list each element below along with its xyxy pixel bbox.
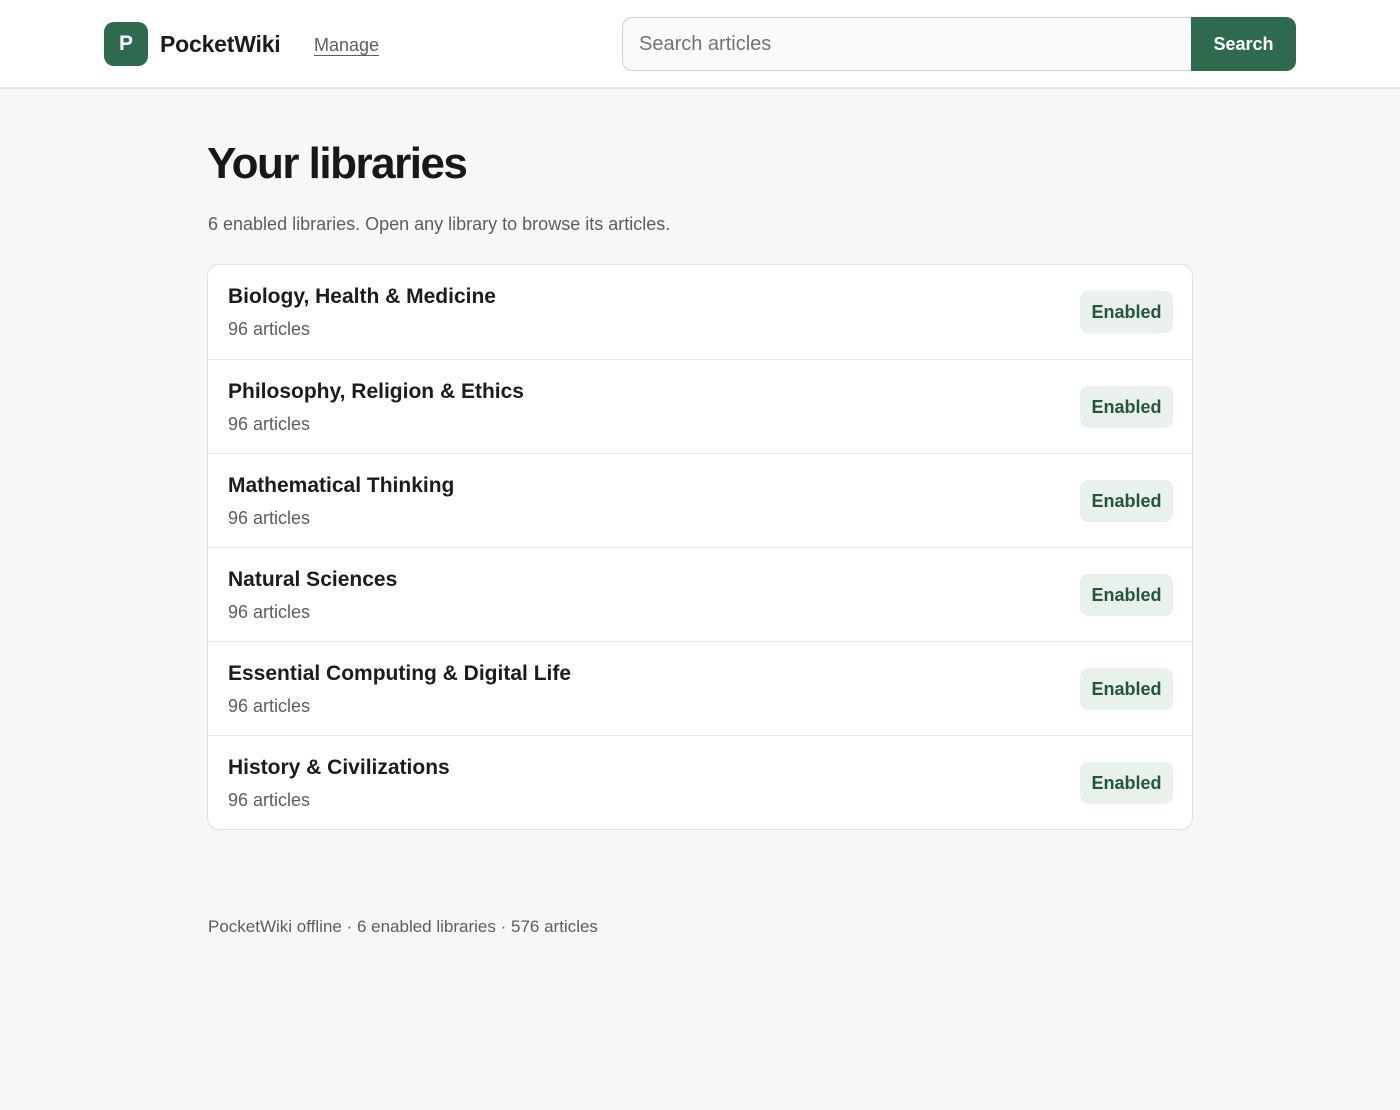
status-badge: Enabled bbox=[1080, 574, 1173, 616]
library-article-count: 96 articles bbox=[228, 696, 311, 716]
library-name: Natural Sciences bbox=[228, 568, 398, 591]
search-input[interactable] bbox=[622, 17, 1191, 71]
page-title: Your libraries bbox=[207, 139, 468, 188]
manage-link[interactable]: Manage bbox=[314, 33, 379, 57]
library-article-count: 96 articles bbox=[228, 790, 311, 810]
status-badge: Enabled bbox=[1080, 386, 1173, 428]
search-form: Search bbox=[622, 17, 1296, 71]
footer-summary: PocketWiki offline · 6 enabled libraries… bbox=[208, 917, 598, 936]
library-row-computing[interactable]: Essential Computing & Digital Life 96 ar… bbox=[208, 641, 1192, 735]
library-name: History & Civilizations bbox=[228, 756, 450, 779]
library-article-count: 96 articles bbox=[228, 414, 311, 434]
library-list: Biology, Health & Medicine 96 articles E… bbox=[207, 264, 1193, 830]
library-article-count: 96 articles bbox=[228, 602, 311, 622]
search-button[interactable]: Search bbox=[1191, 17, 1296, 71]
library-name: Philosophy, Religion & Ethics bbox=[228, 380, 524, 403]
top-bar: P PocketWiki Manage Search bbox=[0, 0, 1400, 89]
library-row-natural-sciences[interactable]: Natural Sciences 96 articles Enabled bbox=[208, 547, 1192, 641]
library-name: Mathematical Thinking bbox=[228, 474, 455, 497]
page-subtitle: 6 enabled libraries. Open any library to… bbox=[208, 214, 671, 234]
library-row-history[interactable]: History & Civilizations 96 articles Enab… bbox=[208, 735, 1192, 829]
status-badge: Enabled bbox=[1080, 480, 1173, 522]
status-badge: Enabled bbox=[1080, 668, 1173, 710]
library-row-biology[interactable]: Biology, Health & Medicine 96 articles E… bbox=[208, 265, 1192, 359]
library-name: Biology, Health & Medicine bbox=[228, 285, 496, 308]
library-article-count: 96 articles bbox=[228, 508, 311, 528]
status-badge: Enabled bbox=[1080, 762, 1173, 804]
library-row-philosophy[interactable]: Philosophy, Religion & Ethics 96 article… bbox=[208, 359, 1192, 453]
library-row-mathematics[interactable]: Mathematical Thinking 96 articles Enable… bbox=[208, 453, 1192, 547]
status-badge: Enabled bbox=[1080, 291, 1173, 333]
logo-icon[interactable]: P bbox=[104, 22, 148, 66]
library-name: Essential Computing & Digital Life bbox=[228, 662, 572, 685]
library-article-count: 96 articles bbox=[228, 319, 311, 339]
brand-name[interactable]: PocketWiki bbox=[160, 29, 281, 59]
